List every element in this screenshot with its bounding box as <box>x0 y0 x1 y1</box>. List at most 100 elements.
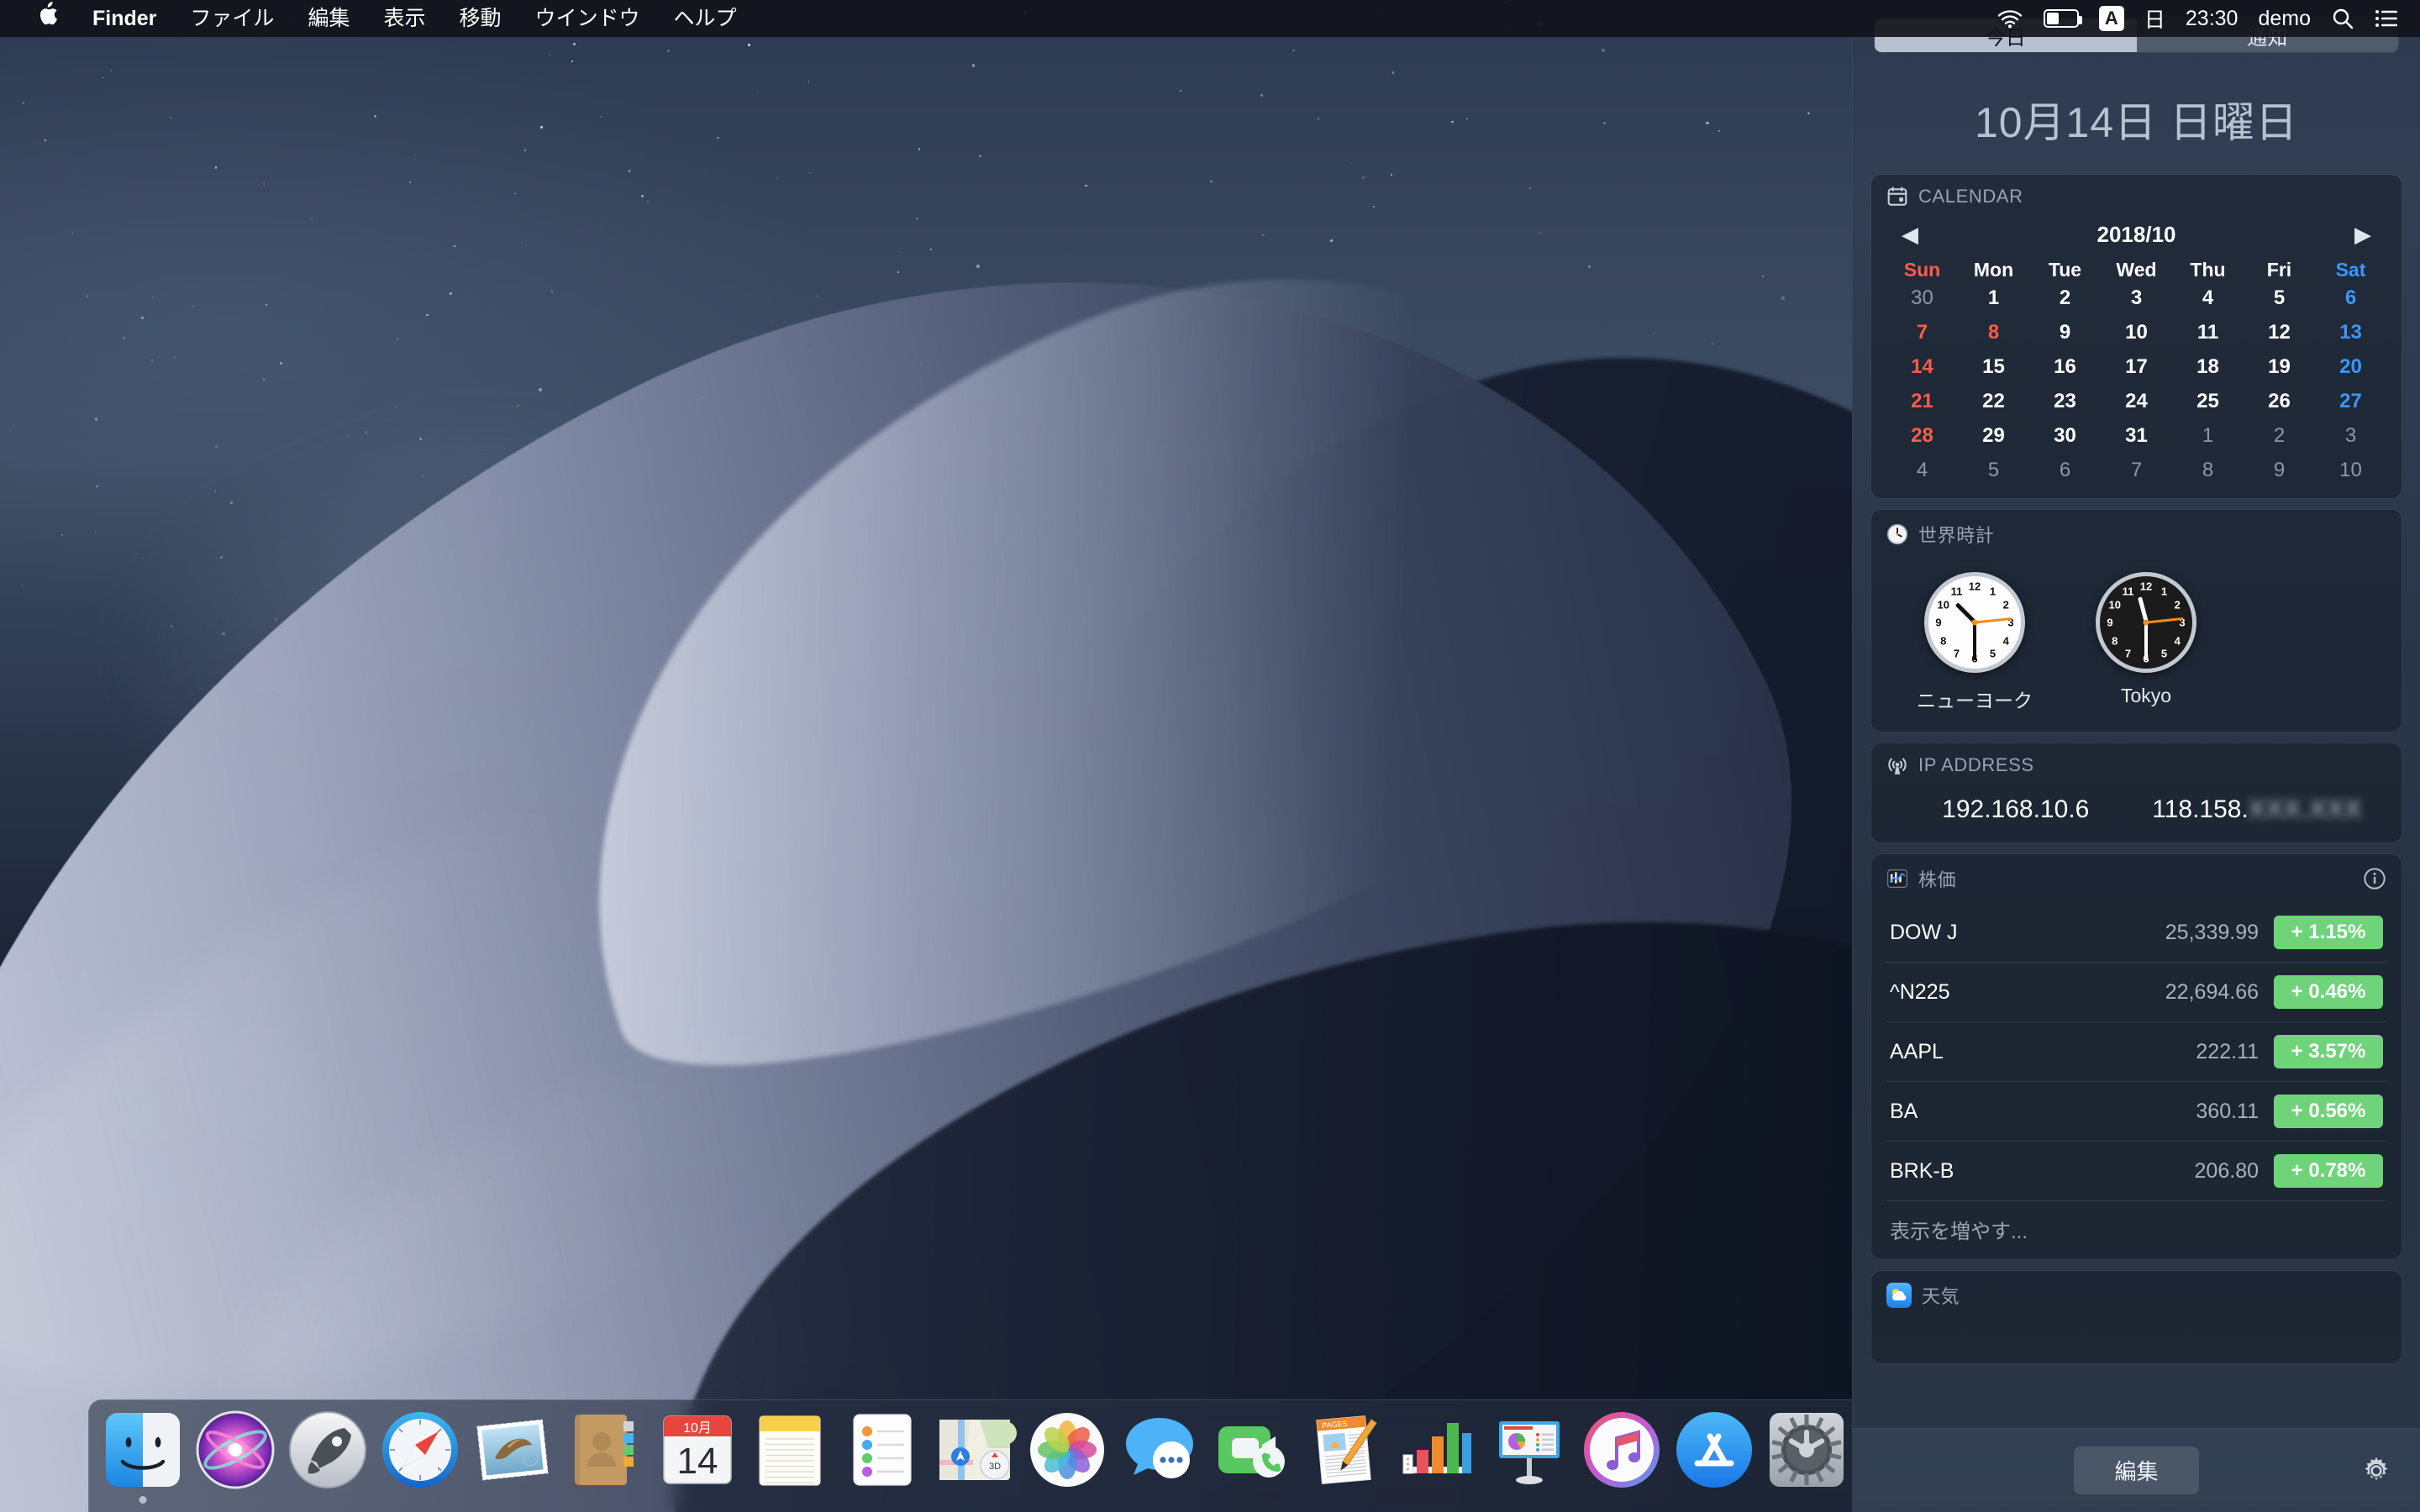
calendar-day[interactable]: 12 <box>2244 318 2315 347</box>
gear-icon[interactable] <box>2361 1456 2391 1486</box>
dock-item-itunes[interactable] <box>1580 1408 1664 1492</box>
dock-item-appstore[interactable] <box>1672 1408 1756 1492</box>
notification-center-scroll-area[interactable]: 10月14日 日曜日 CALENDAR ◀ 2018/10 ▶ Sun Mon … <box>1853 52 2420 1428</box>
stock-row[interactable]: ^N225 22,694.66 + 0.46% <box>1886 963 2386 1022</box>
calendar-day[interactable]: 11 <box>2172 318 2244 347</box>
calendar-day[interactable]: 9 <box>2244 456 2315 485</box>
calendar-day[interactable]: 28 <box>1886 422 1958 450</box>
stock-row[interactable]: BA 360.11 + 0.56% <box>1886 1082 2386 1142</box>
calendar-day[interactable]: 9 <box>2029 318 2101 347</box>
calendar-day[interactable]: 8 <box>2172 456 2244 485</box>
calendar-day[interactable]: 18 <box>2172 353 2244 381</box>
input-method-indicator[interactable]: A <box>2098 6 2124 31</box>
menu-item-window[interactable]: ウインドウ <box>518 0 656 37</box>
calendar-day[interactable]: 15 <box>1958 353 2029 381</box>
calendar-day[interactable]: 2 <box>2029 284 2101 312</box>
wifi-icon[interactable] <box>1996 8 2023 29</box>
calendar-day[interactable]: 30 <box>1886 284 1958 312</box>
apple-logo-icon[interactable] <box>22 0 76 37</box>
dock-item-photos[interactable] <box>1025 1408 1109 1492</box>
dock-item-calendar[interactable]: 10月 14 <box>655 1408 739 1492</box>
calendar-day[interactable]: 10 <box>2101 318 2172 347</box>
dock-item-contacts[interactable] <box>563 1408 647 1492</box>
info-circle-icon[interactable] <box>2363 867 2386 890</box>
stock-row[interactable]: BRK-B 206.80 + 0.78% <box>1886 1142 2386 1201</box>
menu-item-finder[interactable]: Finder <box>76 0 173 37</box>
calendar-day[interactable]: 25 <box>2172 387 2244 416</box>
calendar-day[interactable]: 1 <box>1958 284 2029 312</box>
calendar-day[interactable]: 7 <box>2101 456 2172 485</box>
calendar-day[interactable]: 17 <box>2101 353 2172 381</box>
calendar-day[interactable]: 31 <box>2101 422 2172 450</box>
star-dot <box>1718 129 1720 133</box>
calendar-day[interactable]: 5 <box>2244 284 2315 312</box>
calendar-day[interactable]: 3 <box>2101 284 2172 312</box>
calendar-day[interactable]: 10 <box>2315 456 2386 485</box>
star-dot <box>520 241 523 243</box>
dock-item-safari[interactable] <box>378 1408 462 1492</box>
menu-item-file[interactable]: ファイル <box>173 0 291 37</box>
calendar-day[interactable]: 20 <box>2315 353 2386 381</box>
star-dot <box>976 265 980 268</box>
calendar-day[interactable]: 6 <box>2029 456 2101 485</box>
calendar-day[interactable]: 13 <box>2315 318 2386 347</box>
star-dot <box>1652 332 1655 335</box>
calendar-day[interactable]: 2 <box>2244 422 2315 450</box>
menu-bar-clock[interactable]: 23:30 <box>2186 7 2238 31</box>
calendar-day[interactable]: 26 <box>2244 387 2315 416</box>
calendar-day-today[interactable]: 14 <box>1886 353 1958 381</box>
menu-bar-user[interactable]: demo <box>2258 7 2311 31</box>
calendar-day[interactable]: 8 <box>1958 318 2029 347</box>
dock-item-pages[interactable]: PAGES <box>1302 1408 1386 1492</box>
dock-item-systemprefs[interactable] <box>1765 1408 1849 1492</box>
clock-minute-hand <box>1973 622 1976 660</box>
calendar-day[interactable]: 7 <box>1886 318 1958 347</box>
dock-item-launchpad[interactable] <box>286 1408 370 1492</box>
menu-item-edit[interactable]: 編集 <box>291 0 366 37</box>
calendar-day[interactable]: 19 <box>2244 353 2315 381</box>
dock-item-facetime[interactable] <box>1210 1408 1294 1492</box>
calendar-day[interactable]: 30 <box>2029 422 2101 450</box>
clock-hour-number: 5 <box>1989 647 1996 660</box>
calendar-day[interactable]: 3 <box>2315 422 2386 450</box>
calendar-day[interactable]: 29 <box>1958 422 2029 450</box>
calendar-day[interactable]: 6 <box>2315 284 2386 312</box>
calendar-day[interactable]: 22 <box>1958 387 2029 416</box>
stock-row[interactable]: AAPL 222.11 + 3.57% <box>1886 1022 2386 1082</box>
dock-item-messages[interactable] <box>1118 1408 1202 1492</box>
calendar-day[interactable]: 23 <box>2029 387 2101 416</box>
calendar-day[interactable]: 4 <box>2172 284 2244 312</box>
calendar-day[interactable]: 16 <box>2029 353 2101 381</box>
stocks-show-more-button[interactable]: 表示を増やす... <box>1886 1201 2386 1246</box>
battery-icon[interactable] <box>2043 9 2082 28</box>
calendar-day-grid[interactable]: 30 1 2 3 4 5 6 7 8 9 10 11 12 13 14 15 16 17 18 19 20 21 22 23 2… <box>1886 284 2386 485</box>
calendar-day[interactable]: 24 <box>2101 387 2172 416</box>
notification-center-icon[interactable] <box>2375 8 2398 29</box>
menu-item-help[interactable]: ヘルプ <box>656 0 753 37</box>
star-dot <box>85 294 88 297</box>
calendar-day[interactable]: 21 <box>1886 387 1958 416</box>
dock-item-reminders[interactable] <box>840 1408 924 1492</box>
stock-row[interactable]: DOW J 25,339.99 + 1.15% <box>1886 903 2386 963</box>
clock-hour-number: 12 <box>1968 580 1981 593</box>
calendar-day[interactable]: 5 <box>1958 456 2029 485</box>
star-dot <box>1329 239 1333 242</box>
dock-item-finder[interactable] <box>101 1408 185 1504</box>
menu-item-view[interactable]: 表示 <box>366 0 442 37</box>
dock[interactable]: 10月 14 3D PAGES <box>88 1399 2088 1512</box>
calendar-day[interactable]: 27 <box>2315 387 2386 416</box>
dock-item-siri[interactable] <box>193 1408 277 1492</box>
dock-item-maps[interactable]: 3D <box>933 1408 1017 1492</box>
calendar-next-month-button[interactable]: ▶ <box>2344 222 2381 248</box>
calendar-day[interactable]: 1 <box>2172 422 2244 450</box>
menu-item-go[interactable]: 移動 <box>442 0 518 37</box>
calendar-day[interactable]: 4 <box>1886 456 1958 485</box>
dock-item-notes[interactable] <box>748 1408 832 1492</box>
calendar-prev-month-button[interactable]: ◀ <box>1891 222 1928 248</box>
edit-widgets-button[interactable]: 編集 <box>2074 1446 2199 1494</box>
star-dot <box>110 69 112 71</box>
search-icon[interactable] <box>2331 7 2354 30</box>
dock-item-keynote[interactable] <box>1487 1408 1571 1492</box>
dock-item-mail[interactable] <box>471 1408 555 1492</box>
dock-item-numbers[interactable] <box>1395 1408 1479 1492</box>
